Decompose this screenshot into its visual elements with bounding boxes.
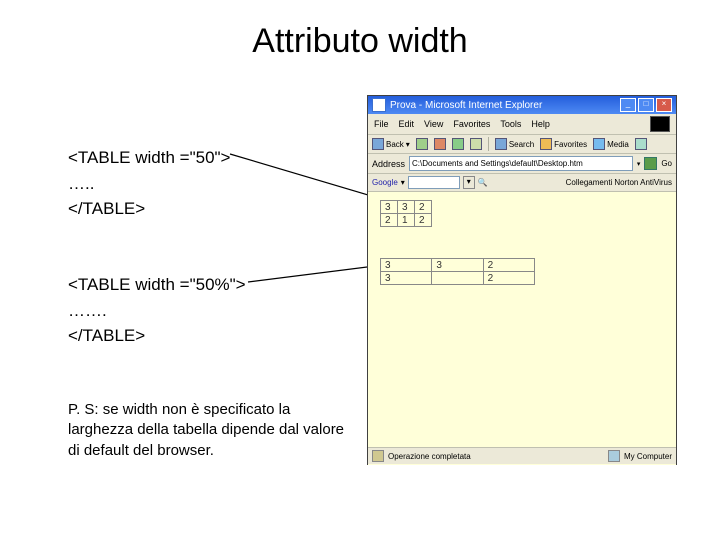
ie-title-text: Prova - Microsoft Internet Explorer bbox=[390, 100, 542, 111]
ie-window: Prova - Microsoft Internet Explorer _ □ … bbox=[367, 95, 677, 465]
stop-icon bbox=[434, 138, 446, 150]
cell: 3 bbox=[381, 201, 398, 214]
favorites-label: Favorites bbox=[554, 140, 587, 149]
minimize-button[interactable]: _ bbox=[620, 98, 636, 112]
ps-text: se width non è specificato la larghezza … bbox=[68, 401, 344, 459]
norton-label: Norton AntiVirus bbox=[614, 178, 672, 187]
code-line: ….. bbox=[68, 174, 94, 193]
cell: 2 bbox=[381, 214, 398, 227]
menu-edit[interactable]: Edit bbox=[399, 119, 415, 129]
media-label: Media bbox=[607, 140, 629, 149]
code-line: <TABLE width ="50%"> bbox=[68, 275, 246, 294]
menu-favorites[interactable]: Favorites bbox=[453, 119, 490, 129]
cell: 2 bbox=[483, 259, 534, 272]
cell: 3 bbox=[381, 272, 432, 285]
ie-addressbar: Address C:\Documents and Settings\defaul… bbox=[368, 154, 676, 174]
search-label: Search bbox=[509, 140, 534, 149]
home-button[interactable] bbox=[470, 138, 482, 150]
menu-view[interactable]: View bbox=[424, 119, 443, 129]
history-icon bbox=[635, 138, 647, 150]
cell: 3 bbox=[432, 259, 483, 272]
search-button[interactable]: Search bbox=[495, 138, 534, 150]
cell: 1 bbox=[398, 214, 415, 227]
zone-label: My Computer bbox=[624, 452, 672, 461]
menu-tools[interactable]: Tools bbox=[500, 119, 521, 129]
postscript-note: P. S: se width non è specificato la larg… bbox=[68, 400, 348, 461]
ie-content-area: 332 212 332 32 bbox=[368, 192, 676, 465]
google-search-input[interactable] bbox=[408, 176, 460, 189]
star-icon bbox=[540, 138, 552, 150]
back-button[interactable]: Back ▾ bbox=[372, 138, 410, 150]
code-line: </TABLE> bbox=[68, 326, 145, 345]
google-dropdown-icon[interactable]: ▾ bbox=[463, 176, 475, 189]
maximize-button[interactable]: □ bbox=[638, 98, 654, 112]
refresh-button[interactable] bbox=[452, 138, 464, 150]
code-line: </TABLE> bbox=[68, 199, 145, 218]
html-table-50px: 332 212 bbox=[380, 200, 432, 227]
cell bbox=[432, 272, 483, 285]
ie-toolbar: Back ▾ Search Favorites Media bbox=[368, 135, 676, 154]
home-icon bbox=[470, 138, 482, 150]
favorites-button[interactable]: Favorites bbox=[540, 138, 587, 150]
address-label: Address bbox=[372, 159, 405, 169]
status-text: Operazione completata bbox=[388, 452, 471, 461]
ps-prefix: P. S: bbox=[68, 401, 103, 418]
status-icon bbox=[372, 450, 384, 462]
code-example-2: <TABLE width ="50%"> ……. </TABLE> bbox=[68, 272, 246, 349]
computer-icon bbox=[608, 450, 620, 462]
cell: 3 bbox=[398, 201, 415, 214]
ie-app-icon bbox=[372, 98, 386, 112]
back-icon bbox=[372, 138, 384, 150]
google-label: Google bbox=[372, 178, 398, 187]
back-label: Back bbox=[386, 140, 404, 149]
menu-help[interactable]: Help bbox=[531, 119, 550, 129]
menu-file[interactable]: File bbox=[374, 119, 389, 129]
toolbar-separator bbox=[488, 137, 489, 151]
google-search-icon[interactable]: 🔍 bbox=[478, 178, 488, 187]
ie-googlebar: Google ▾ ▾ 🔍 Collegamenti Norton AntiVir… bbox=[368, 174, 676, 192]
cell: 2 bbox=[415, 214, 432, 227]
forward-icon bbox=[416, 138, 428, 150]
go-label: Go bbox=[661, 159, 672, 168]
ie-titlebar: Prova - Microsoft Internet Explorer _ □ … bbox=[368, 96, 676, 114]
code-example-1: <TABLE width ="50"> ….. </TABLE> bbox=[68, 145, 231, 222]
media-icon bbox=[593, 138, 605, 150]
windows-logo-icon bbox=[650, 116, 670, 132]
ie-statusbar: Operazione completata My Computer bbox=[368, 447, 676, 464]
forward-button[interactable] bbox=[416, 138, 428, 150]
address-input[interactable]: C:\Documents and Settings\default\Deskto… bbox=[409, 156, 633, 171]
refresh-icon bbox=[452, 138, 464, 150]
cell: 2 bbox=[415, 201, 432, 214]
search-icon bbox=[495, 138, 507, 150]
close-button[interactable]: × bbox=[656, 98, 672, 112]
arrow-to-table1 bbox=[230, 152, 390, 202]
history-button[interactable] bbox=[635, 138, 647, 150]
page-title: Attributo width bbox=[0, 22, 720, 61]
code-line: <TABLE width ="50"> bbox=[68, 148, 231, 167]
go-button[interactable] bbox=[644, 157, 657, 170]
address-dropdown-icon[interactable]: ▾ bbox=[637, 160, 641, 168]
cell: 3 bbox=[381, 259, 432, 272]
html-table-50pct: 332 32 bbox=[380, 258, 535, 285]
cell: 2 bbox=[483, 272, 534, 285]
media-button[interactable]: Media bbox=[593, 138, 629, 150]
stop-button[interactable] bbox=[434, 138, 446, 150]
links-label[interactable]: Collegamenti bbox=[566, 178, 613, 187]
ie-menubar: File Edit View Favorites Tools Help bbox=[368, 114, 676, 135]
code-line: ……. bbox=[68, 301, 107, 320]
